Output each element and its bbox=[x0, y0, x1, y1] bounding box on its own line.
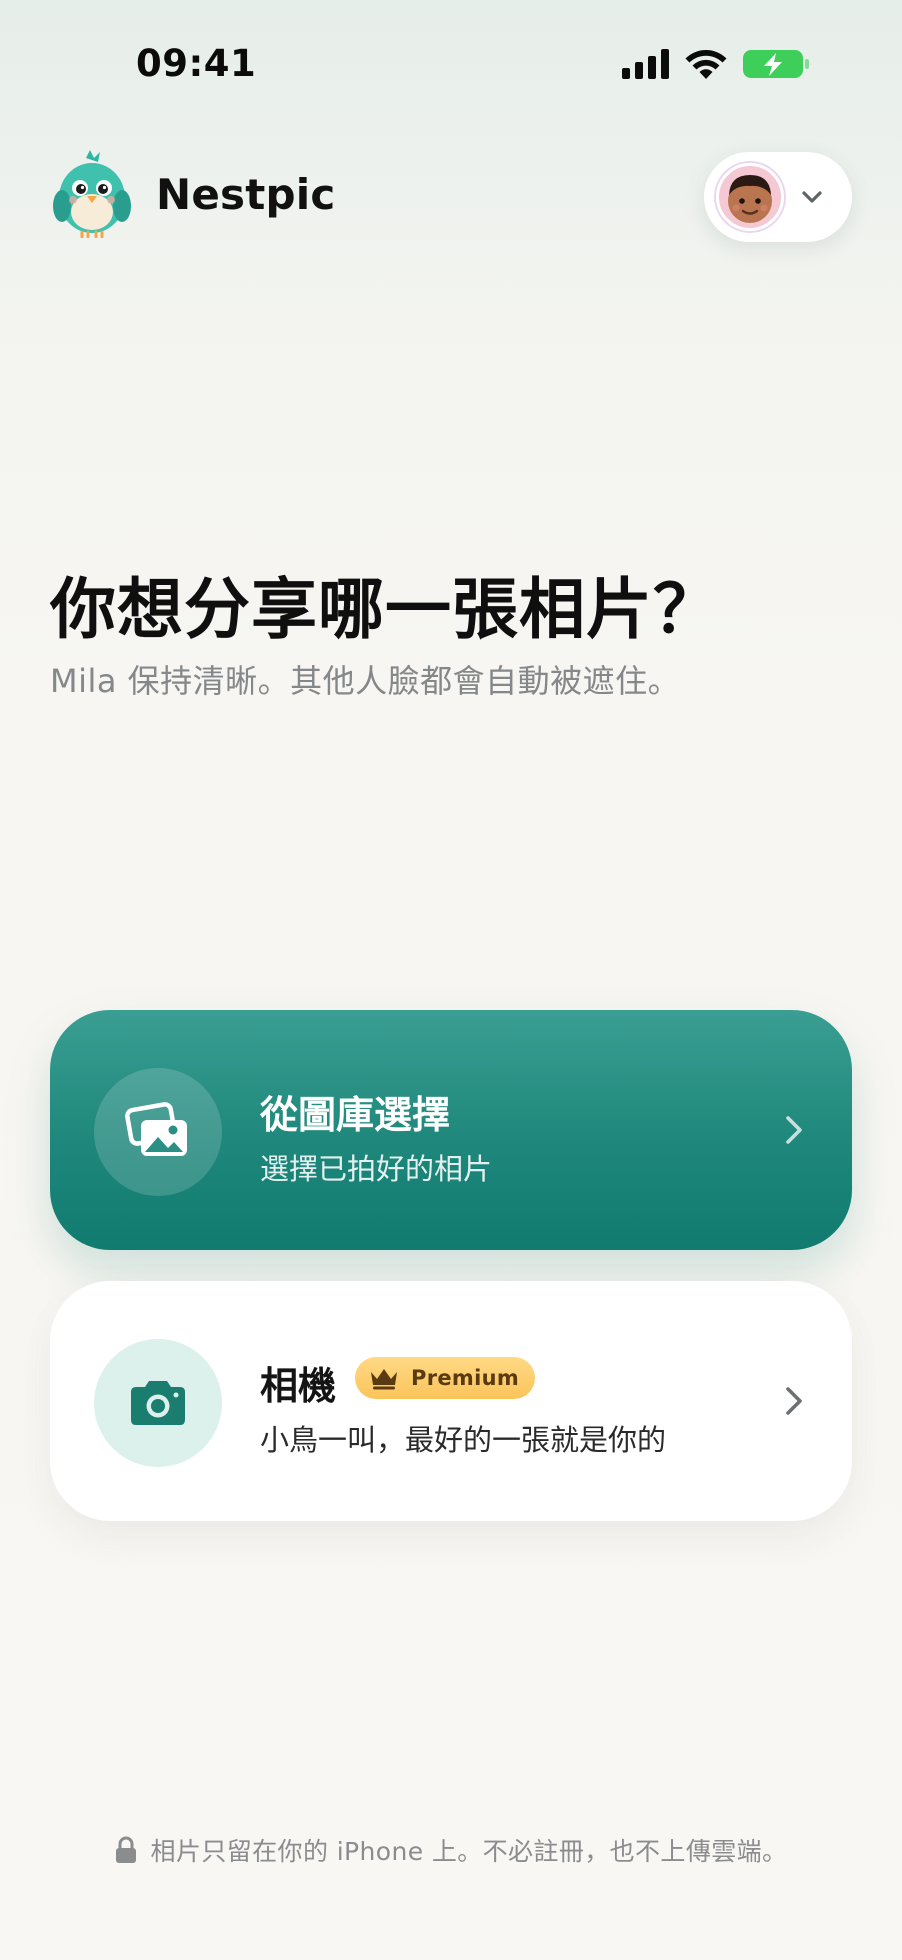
privacy-text: 相片只留在你的 iPhone 上。不必註冊，也不上傳雲端。 bbox=[150, 1837, 788, 1866]
camera-icon-circle bbox=[94, 1339, 222, 1467]
camera-subtitle: 小鳥一叫，最好的一張就是你的 bbox=[260, 1423, 667, 1457]
profile-switcher[interactable] bbox=[704, 152, 852, 242]
choose-from-gallery-button[interactable]: 從圖庫選擇 選擇已拍好的相片 bbox=[50, 1010, 852, 1250]
status-icons bbox=[622, 48, 810, 80]
cellular-signal-icon bbox=[622, 49, 669, 79]
status-time: 09:41 bbox=[136, 42, 257, 85]
gallery-icon-circle bbox=[94, 1068, 222, 1196]
premium-label: Premium bbox=[411, 1366, 520, 1390]
page-subtitle: Mila 保持清晰。其他人臉都會自動被遮住。 bbox=[50, 662, 681, 700]
bird-mascot-icon bbox=[53, 150, 131, 238]
chevron-right-icon bbox=[786, 1116, 802, 1144]
premium-badge: Premium bbox=[355, 1357, 535, 1399]
lock-icon bbox=[115, 1836, 136, 1863]
brand: Nestpic bbox=[52, 150, 335, 238]
chevron-down-icon bbox=[802, 191, 822, 203]
gallery-title: 從圖庫選擇 bbox=[260, 1093, 451, 1137]
camera-title: 相機 bbox=[260, 1364, 337, 1408]
gallery-subtitle: 選擇已拍好的相片 bbox=[260, 1152, 493, 1186]
camera-icon bbox=[131, 1381, 185, 1425]
child-avatar-icon bbox=[728, 175, 772, 223]
photo-library-icon bbox=[125, 1102, 187, 1156]
page-title: 你想分享哪一張相片？ bbox=[50, 571, 720, 648]
wifi-icon bbox=[685, 50, 727, 79]
app-name: Nestpic bbox=[156, 169, 336, 219]
chevron-right-icon bbox=[786, 1387, 802, 1415]
camera-button[interactable]: 相機 Premium 小鳥一叫，最好的一張就是你的 bbox=[50, 1281, 852, 1521]
crown-icon bbox=[371, 1369, 397, 1390]
avatar bbox=[716, 163, 784, 231]
battery-charging-icon bbox=[743, 50, 809, 78]
privacy-note: 相片只留在你的 iPhone 上。不必註冊，也不上傳雲端。 bbox=[0, 1832, 902, 1868]
